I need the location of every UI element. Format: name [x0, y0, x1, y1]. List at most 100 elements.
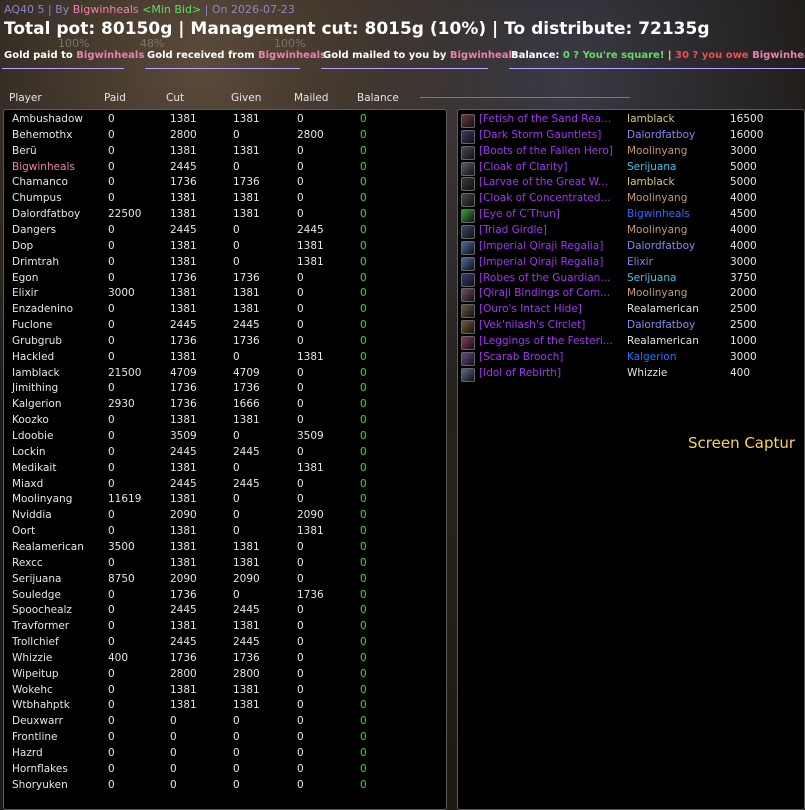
loot-row[interactable]: [Idol of Rebirth] Whizzie 400: [458, 367, 804, 383]
item-icon[interactable]: [461, 351, 475, 366]
loot-row[interactable]: [Leggings of the Festeri... Realamerican 1…: [458, 335, 804, 351]
loot-item-link[interactable]: [Cloak of Clarity]: [479, 161, 567, 173]
player-row[interactable]: Drimtrah 0 1381 0 1381 0: [4, 256, 444, 272]
player-row[interactable]: Travformer 0 1381 1381 0 0: [4, 620, 444, 636]
tab-gold-mailed[interactable]: Gold mailed to you by Bigwinheals: [323, 50, 518, 61]
player-row[interactable]: Ldoobie 0 3509 0 3509 0: [4, 430, 444, 446]
players-panel[interactable]: Ambushadow 0 1381 1381 0 0 Behemothx 0 2800 0 2800…: [3, 109, 447, 810]
player-row[interactable]: Chumpus 0 1381 1381 0 0: [4, 192, 444, 208]
item-icon[interactable]: [461, 209, 475, 224]
loot-row[interactable]: [Dark Storm Gauntlets] Dalordfatboy 16000: [458, 129, 804, 145]
player-row[interactable]: Lockin 0 2445 2445 0 0: [4, 446, 444, 462]
player-row[interactable]: Trollchief 0 2445 2445 0 0: [4, 636, 444, 652]
loot-item-link[interactable]: [Larvae of the Great W...: [479, 176, 608, 188]
player-row[interactable]: Whizzie 400 1736 1736 0 0: [4, 652, 444, 668]
loot-row[interactable]: [Larvae of the Great W... Iamblack 5000: [458, 176, 804, 192]
player-row[interactable]: Behemothx 0 2800 0 2800 0: [4, 129, 444, 145]
tab-gold-received[interactable]: Gold received from Bigwinheals: [147, 50, 326, 61]
player-row[interactable]: Deuxwarr 0 0 0 0 0: [4, 715, 444, 731]
item-icon[interactable]: [461, 288, 475, 303]
loot-row[interactable]: [Robes of the Guardian... Serijuana 3750: [458, 272, 804, 288]
loot-item-link[interactable]: [Robes of the Guardian...: [479, 272, 610, 284]
player-row[interactable]: Berü 0 1381 1381 0 0: [4, 145, 444, 161]
player-row[interactable]: Kalgerion 2930 1736 1666 0 0: [4, 398, 444, 414]
loot-item-link[interactable]: [Boots of the Fallen Hero]: [479, 145, 613, 157]
player-row[interactable]: Ambushadow 0 1381 1381 0 0: [4, 113, 444, 129]
loot-row[interactable]: [Eye of C'Thun] Bigwinheals 4500: [458, 208, 804, 224]
loot-row[interactable]: [Ouro's Intact Hide] Realamerican 2500: [458, 303, 804, 319]
player-row[interactable]: Dop 0 1381 0 1381 0: [4, 240, 444, 256]
player-row[interactable]: Hazrd 0 0 0 0 0: [4, 747, 444, 763]
loot-item-link[interactable]: [Vek'nilash's Circlet]: [479, 319, 585, 331]
loot-item-link[interactable]: [Cloak of Concentrated...: [479, 192, 611, 204]
item-icon[interactable]: [461, 224, 475, 239]
player-row[interactable]: Chamanco 0 1736 1736 0 0: [4, 176, 444, 192]
player-row[interactable]: Iamblack 21500 4709 4709 0 0: [4, 367, 444, 383]
player-row[interactable]: Dangers 0 2445 0 2445 0: [4, 224, 444, 240]
player-row[interactable]: Wokehc 0 1381 1381 0 0: [4, 684, 444, 700]
loot-item-link[interactable]: [Triad Girdle]: [479, 224, 547, 236]
player-row[interactable]: Rexcc 0 1381 1381 0 0: [4, 557, 444, 573]
loot-item-link[interactable]: [Imperial Qiraji Regalia]: [479, 256, 603, 268]
loot-item-link[interactable]: [Eye of C'Thun]: [479, 208, 560, 220]
loot-row[interactable]: [Cloak of Concentrated... Moolinyang 4000: [458, 192, 804, 208]
loot-row[interactable]: [Imperial Qiraji Regalia] Dalordfatboy 400…: [458, 240, 804, 256]
player-row[interactable]: Spoochealz 0 2445 2445 0 0: [4, 604, 444, 620]
tab-balance[interactable]: Balance: 0 ? You're square! | 30 ? you o…: [511, 50, 805, 61]
player-row[interactable]: Miaxd 0 2445 2445 0 0: [4, 478, 444, 494]
loot-row[interactable]: [Vek'nilash's Circlet] Dalordfatboy 2500: [458, 319, 804, 335]
item-icon[interactable]: [461, 129, 475, 144]
loot-row[interactable]: [Scarab Brooch] Kalgerion 3000: [458, 351, 804, 367]
loot-item-link[interactable]: [Qiraji Bindings of Com...: [479, 287, 610, 299]
loot-row[interactable]: [Qiraji Bindings of Com... Moolinyang 2000: [458, 287, 804, 303]
item-icon[interactable]: [461, 304, 475, 319]
player-row[interactable]: Medikait 0 1381 0 1381 0: [4, 462, 444, 478]
item-icon[interactable]: [461, 335, 475, 350]
loot-item-link[interactable]: [Fetish of the Sand Rea...: [479, 113, 611, 125]
player-row[interactable]: Elixir 3000 1381 1381 0 0: [4, 287, 444, 303]
item-icon[interactable]: [461, 367, 475, 382]
player-row[interactable]: Wtbhahptk 0 1381 1381 0 0: [4, 699, 444, 715]
player-row[interactable]: Hackled 0 1381 0 1381 0: [4, 351, 444, 367]
tab-gold-paid[interactable]: Gold paid to Bigwinheals: [4, 50, 144, 61]
loot-row[interactable]: [Triad Girdle] Moolinyang 4000: [458, 224, 804, 240]
player-row[interactable]: Dalordfatboy 22500 1381 1381 0 0: [4, 208, 444, 224]
loot-row[interactable]: [Imperial Qiraji Regalia] Elixir 3000: [458, 256, 804, 272]
item-icon[interactable]: [461, 193, 475, 208]
player-row[interactable]: Frontline 0 0 0 0 0: [4, 731, 444, 747]
player-row[interactable]: Serijuana 8750 2090 2090 0 0: [4, 573, 444, 589]
item-icon[interactable]: [461, 145, 475, 160]
player-row[interactable]: Hornflakes 0 0 0 0 0: [4, 763, 444, 779]
player-row[interactable]: Nviddia 0 2090 0 2090 0: [4, 509, 444, 525]
player-row[interactable]: Bigwinheals 0 2445 0 0 0: [4, 161, 444, 177]
loot-item-link[interactable]: [Idol of Rebirth]: [479, 367, 561, 379]
player-row[interactable]: Souledge 0 1736 0 1736 0: [4, 589, 444, 605]
player-row[interactable]: Egon 0 1736 1736 0 0: [4, 272, 444, 288]
player-row[interactable]: Grubgrub 0 1736 1736 0 0: [4, 335, 444, 351]
item-icon[interactable]: [461, 272, 475, 287]
loot-item-link[interactable]: [Dark Storm Gauntlets]: [479, 129, 601, 141]
player-row[interactable]: Wipeitup 0 2800 2800 0 0: [4, 668, 444, 684]
player-row[interactable]: Jimithing 0 1736 1736 0 0: [4, 382, 444, 398]
player-row[interactable]: Enzadenino 0 1381 1381 0 0: [4, 303, 444, 319]
item-icon[interactable]: [461, 240, 475, 255]
loot-item-link[interactable]: [Ouro's Intact Hide]: [479, 303, 582, 315]
player-row[interactable]: Moolinyang 11619 1381 0 0 0: [4, 493, 444, 509]
player-row[interactable]: Oort 0 1381 0 1381 0: [4, 525, 444, 541]
loot-row[interactable]: [Boots of the Fallen Hero] Moolinyang 3000: [458, 145, 804, 161]
loot-row[interactable]: [Cloak of Clarity] Serijuana 5000: [458, 161, 804, 177]
loot-row[interactable]: [Fetish of the Sand Rea... Iamblack 16500: [458, 113, 804, 129]
item-icon[interactable]: [461, 320, 475, 335]
loot-item-link[interactable]: [Leggings of the Festeri...: [479, 335, 613, 347]
player-row[interactable]: Fuclone 0 2445 2445 0 0: [4, 319, 444, 335]
loot-panel[interactable]: [Fetish of the Sand Rea... Iamblack 16500[…: [457, 109, 805, 810]
item-icon[interactable]: [461, 161, 475, 176]
loot-item-link[interactable]: [Scarab Brooch]: [479, 351, 563, 363]
item-icon[interactable]: [461, 114, 475, 128]
item-icon[interactable]: [461, 256, 475, 271]
player-row[interactable]: Koozko 0 1381 1381 0 0: [4, 414, 444, 430]
item-icon[interactable]: [461, 177, 475, 192]
player-row[interactable]: Shoryuken 0 0 0 0 0: [4, 779, 444, 795]
player-row[interactable]: Realamerican 3500 1381 1381 0 0: [4, 541, 444, 557]
loot-item-link[interactable]: [Imperial Qiraji Regalia]: [479, 240, 603, 252]
